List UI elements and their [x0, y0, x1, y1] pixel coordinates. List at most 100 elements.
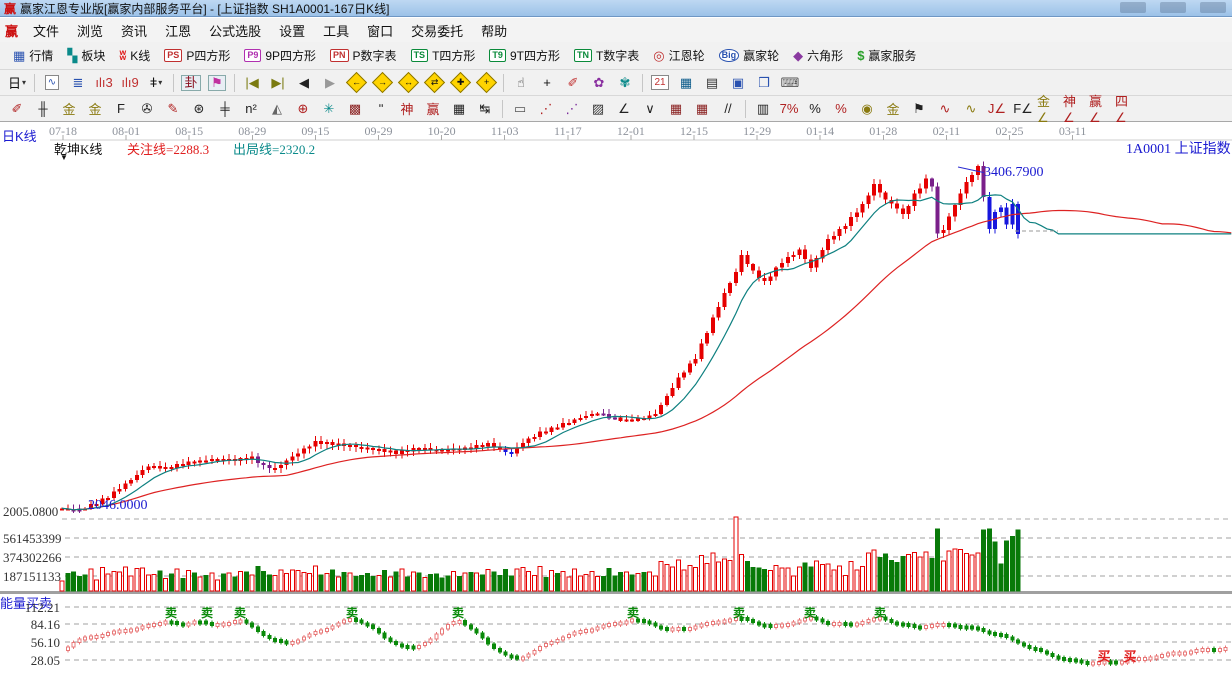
pan-right-icon[interactable]: →: [370, 72, 394, 94]
pan-left-icon[interactable]: ←: [344, 72, 368, 94]
p-table-button[interactable]: PNP数字表: [323, 45, 404, 66]
intraday-icon[interactable]: ∿: [40, 72, 64, 94]
step-next-icon[interactable]: ▶: [318, 72, 342, 94]
menu-item-4[interactable]: 公式选股: [200, 18, 270, 43]
spiral-icon[interactable]: ✇: [135, 98, 159, 120]
qiankun-toggle-icon[interactable]: 卦: [179, 72, 203, 94]
shen-angle-icon[interactable]: 神∠: [1063, 98, 1087, 120]
gold-grid-2-icon[interactable]: 金: [83, 98, 107, 120]
step-prev-icon[interactable]: ◀: [292, 72, 316, 94]
winner-service-button[interactable]: $赢家服务: [850, 45, 923, 66]
count-grid-icon[interactable]: ▦: [447, 98, 471, 120]
percent-line-icon[interactable]: %: [829, 98, 853, 120]
angle-line-icon[interactable]: ∠: [612, 98, 636, 120]
gann-tool-icon[interactable]: ✿: [587, 72, 611, 94]
cycle-wheel-icon[interactable]: ⊛: [187, 98, 211, 120]
crosshair-icon[interactable]: +: [535, 72, 559, 94]
9t-square-button[interactable]: T99T四方形: [482, 45, 567, 66]
pointer-line-icon[interactable]: ✐: [561, 72, 585, 94]
gold-circle-icon[interactable]: ◉: [855, 98, 879, 120]
mirror-icon[interactable]: ◭: [265, 98, 289, 120]
notes-icon[interactable]: ▤: [700, 72, 724, 94]
bars-3-icon[interactable]: ılı3: [92, 72, 116, 94]
menu-item-7[interactable]: 窗口: [358, 18, 402, 43]
menu-item-9[interactable]: 帮助: [472, 18, 516, 43]
menu-item-3[interactable]: 江恩: [156, 18, 200, 43]
fan-purple-icon[interactable]: ⋰: [560, 98, 584, 120]
four-angle-icon[interactable]: 四∠: [1115, 98, 1139, 120]
t-table-button[interactable]: TNT数字表: [567, 45, 646, 66]
gold-grid-1-icon[interactable]: 金: [57, 98, 81, 120]
9p-square-button[interactable]: P99P四方形: [237, 45, 323, 66]
menu-item-8[interactable]: 交易委托: [402, 18, 472, 43]
minimize-button[interactable]: [1120, 2, 1146, 13]
box-tool-icon[interactable]: ▭: [508, 98, 532, 120]
price-scale-icon[interactable]: ▥: [751, 98, 775, 120]
print-icon[interactable]: ⌨: [778, 72, 802, 94]
grid-red-1-icon[interactable]: ▦: [664, 98, 688, 120]
menu-item-2[interactable]: 资讯: [112, 18, 156, 43]
grid-red-2-icon[interactable]: ▦: [690, 98, 714, 120]
wave-mark-icon[interactable]: ʺ: [369, 98, 393, 120]
bars-9-icon[interactable]: ılı9: [118, 72, 142, 94]
percent-icon[interactable]: %: [803, 98, 827, 120]
menu-item-0[interactable]: 文件: [24, 18, 68, 43]
hexagon-button[interactable]: ◆六角形: [786, 45, 850, 66]
winner-wheel-button[interactable]: Big赢家轮: [712, 45, 787, 66]
chart-canvas[interactable]: 卖卖卖卖卖卖卖卖卖买买: [0, 122, 1232, 675]
t-square-button[interactable]: TST四方形: [404, 45, 483, 66]
zoom-out-d-icon[interactable]: +: [474, 72, 498, 94]
ying-tool-icon[interactable]: 赢: [421, 98, 445, 120]
expand-lr-icon[interactable]: ↔: [396, 72, 420, 94]
fibonacci-grid-icon[interactable]: F: [109, 98, 133, 120]
chart-area[interactable]: 卖卖卖卖卖卖卖卖卖买买 07-1808-0108-1508-2909-1509-…: [0, 122, 1232, 675]
flag-pen-icon[interactable]: ⚑: [907, 98, 931, 120]
fan-red-icon[interactable]: ⋰: [534, 98, 558, 120]
period-day-icon[interactable]: 日▾: [5, 72, 29, 94]
menu-item-1[interactable]: 浏览: [68, 18, 112, 43]
jump-first-icon[interactable]: |◀: [240, 72, 264, 94]
kline-button[interactable]: ʬK线: [112, 45, 157, 66]
j-angle-icon[interactable]: J∠: [985, 98, 1009, 120]
wave-red-icon[interactable]: ∿: [933, 98, 957, 120]
sectors-button[interactable]: ▚板块: [60, 45, 112, 66]
maximize-button[interactable]: [1160, 2, 1186, 13]
span-arrow-icon[interactable]: ↹: [473, 98, 497, 120]
angle-brush-icon[interactable]: ✎: [161, 98, 185, 120]
menu-item-6[interactable]: 工具: [314, 18, 358, 43]
wave-gold-icon[interactable]: ∿: [959, 98, 983, 120]
menu-item-5[interactable]: 设置: [270, 18, 314, 43]
analysis-tool-icon[interactable]: ✾: [613, 72, 637, 94]
brush-icon[interactable]: ✐: [5, 98, 29, 120]
kline-type-dropdown[interactable]: 乾坤K线▼: [54, 139, 102, 158]
candle-type-icon[interactable]: ǂ▾: [144, 72, 168, 94]
target-red-icon[interactable]: ⊕: [291, 98, 315, 120]
target-teal-icon[interactable]: ✳: [317, 98, 341, 120]
v-check-icon[interactable]: ∨: [638, 98, 662, 120]
calculator-icon[interactable]: ▦: [674, 72, 698, 94]
ying-angle-icon[interactable]: 赢∠: [1089, 98, 1113, 120]
swap-icon[interactable]: ⇄: [422, 72, 446, 94]
zoom-in-d-icon[interactable]: ✚: [448, 72, 472, 94]
quotes-button[interactable]: ▦行情: [6, 45, 60, 66]
save-icon[interactable]: ▣: [726, 72, 750, 94]
n-square-icon[interactable]: n²: [239, 98, 263, 120]
hand-tool-icon[interactable]: ☝: [509, 72, 533, 94]
gann-wheel-button[interactable]: ◎江恩轮: [646, 45, 711, 66]
jump-last-icon[interactable]: ▶|: [266, 72, 290, 94]
gold-angle-icon[interactable]: 金∠: [1037, 98, 1061, 120]
calendar-icon[interactable]: 21: [648, 72, 672, 94]
close-button[interactable]: [1200, 2, 1226, 13]
info-view-icon[interactable]: ≣: [66, 72, 90, 94]
gann-ruler-icon[interactable]: ╫: [31, 98, 55, 120]
f-angle-icon[interactable]: F∠: [1011, 98, 1035, 120]
p-square-button[interactable]: PSP四方形: [157, 45, 237, 66]
shen-tool-icon[interactable]: 神: [395, 98, 419, 120]
color-histogram-icon[interactable]: ⚑: [205, 72, 229, 94]
parallel-icon[interactable]: //: [716, 98, 740, 120]
target-box-icon[interactable]: ▩: [343, 98, 367, 120]
network-icon[interactable]: ❒: [752, 72, 776, 94]
time-ruler-icon[interactable]: ╪: [213, 98, 237, 120]
gold-line-icon[interactable]: 金: [881, 98, 905, 120]
percent-retrace-icon[interactable]: 7%: [777, 98, 801, 120]
